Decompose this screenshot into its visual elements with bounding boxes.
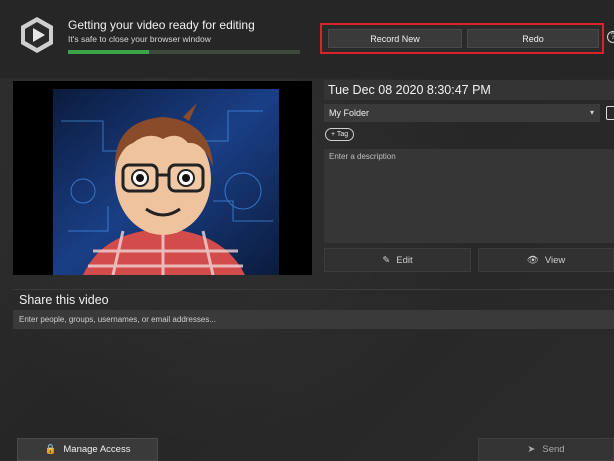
description-placeholder: Enter a description [329,152,396,161]
pencil-icon: ✎ [382,254,391,266]
record-actions-group: Record New Redo [320,23,604,54]
share-title: Share this video [19,293,109,307]
send-icon: ➤ [527,444,536,455]
app-logo-icon [18,16,56,54]
view-button-label: View [544,254,566,266]
folder-select[interactable]: My Folder ▾ [324,104,600,122]
send-button[interactable]: ➤ Send [478,438,614,461]
share-divider [13,289,614,290]
add-tag-button[interactable]: + Tag [325,128,355,141]
top-bar: Getting your video ready for editing It'… [0,0,614,78]
share-input-placeholder: Enter people, groups, usernames, or emai… [19,315,216,324]
processing-progress-fill [68,50,150,54]
share-recipients-input[interactable]: Enter people, groups, usernames, or emai… [13,310,614,329]
recording-title[interactable]: Tue Dec 08 2020 8:30:47 PM [324,80,614,100]
description-field[interactable]: Enter a description [324,149,614,243]
processing-progress-bar [68,50,300,54]
view-button[interactable]: 👁 View [478,248,614,272]
manage-access-label: Manage Access [63,444,131,455]
open-folder-icon[interactable] [606,106,614,120]
video-preview[interactable] [13,81,312,275]
redo-button[interactable]: Redo [467,29,599,48]
help-circle-icon[interactable]: ? [607,31,614,43]
edit-button-label: Edit [396,254,413,266]
record-new-button[interactable]: Record New [328,29,462,48]
eye-icon: 👁 [526,254,539,266]
processing-status-title: Getting your video ready for editing [68,18,255,32]
edit-button[interactable]: ✎ Edit [324,248,471,272]
manage-access-button[interactable]: 🔒 Manage Access [17,438,158,461]
chevron-down-icon: ▾ [589,108,594,117]
send-button-label: Send [542,444,565,455]
folder-select-value: My Folder [329,108,370,118]
processing-status-subtitle: It's safe to close your browser window [68,34,211,44]
video-thumbnail [53,89,279,275]
lock-icon: 🔒 [44,444,57,455]
